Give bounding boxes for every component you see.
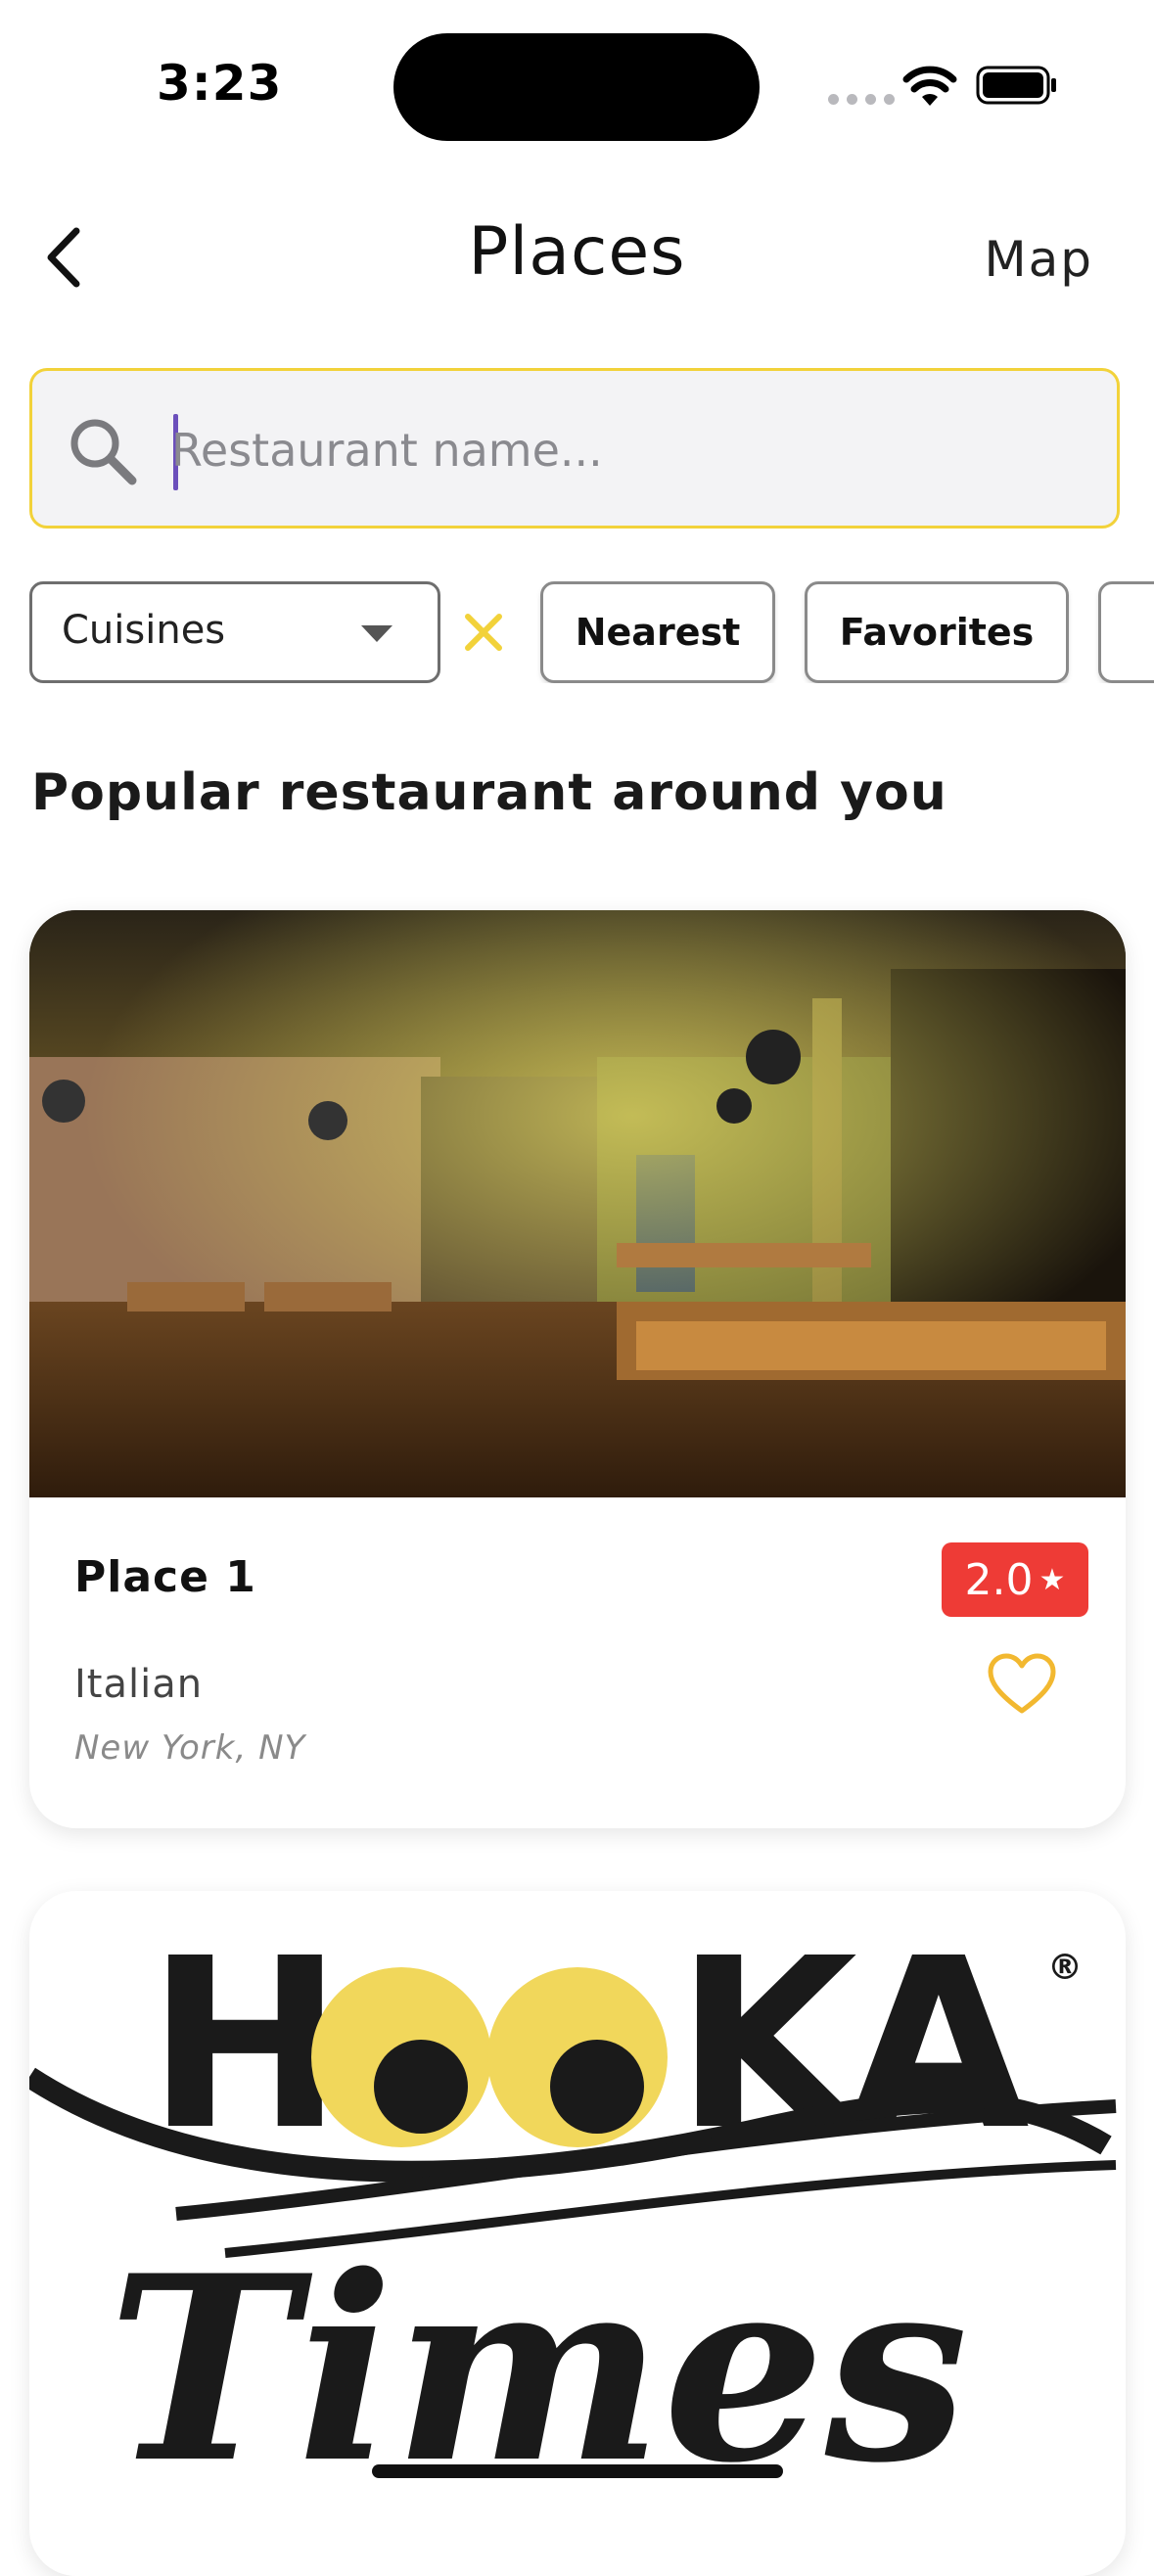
map-button[interactable]: Map <box>984 231 1093 288</box>
clear-filter-icon[interactable] <box>452 601 515 664</box>
wifi-icon <box>902 66 957 106</box>
status-bar: 3:23 <box>0 0 1154 166</box>
rating-badge: 2.0 ★ <box>942 1542 1088 1617</box>
nearest-filter-chip[interactable]: Nearest <box>540 581 775 683</box>
home-indicator <box>372 2464 783 2478</box>
svg-text:®: ® <box>1047 1948 1083 1988</box>
cuisines-label: Cuisines <box>62 608 226 653</box>
dynamic-island <box>393 33 760 141</box>
more-filter-chip[interactable] <box>1098 581 1154 683</box>
search-icon <box>70 419 137 485</box>
status-time: 3:23 <box>157 55 283 112</box>
filter-bar: Cuisines Nearest Favorites <box>29 581 1154 683</box>
favorite-heart-icon[interactable] <box>987 1652 1057 1717</box>
favorites-filter-chip[interactable]: Favorites <box>805 581 1069 683</box>
search-bar[interactable] <box>29 368 1120 529</box>
place-location: New York, NY <box>74 1728 306 1768</box>
cuisines-dropdown[interactable]: Cuisines <box>29 581 440 683</box>
restaurant-photo <box>29 910 1126 1497</box>
page-title: Places <box>468 213 686 291</box>
star-icon: ★ <box>1039 1562 1066 1597</box>
battery-icon <box>976 66 1056 105</box>
search-input[interactable] <box>169 391 1074 510</box>
place-name: Place 1 <box>74 1552 256 1602</box>
place-cuisine: Italian <box>74 1662 204 1707</box>
cellular-signal-icon <box>828 94 895 105</box>
rating-value: 2.0 <box>964 1554 1034 1605</box>
section-title: Popular restaurant around you <box>31 763 947 822</box>
dropdown-arrow-icon <box>361 625 392 642</box>
place-card[interactable]: Place 1 2.0 ★ Italian New York, NY <box>29 910 1126 1828</box>
